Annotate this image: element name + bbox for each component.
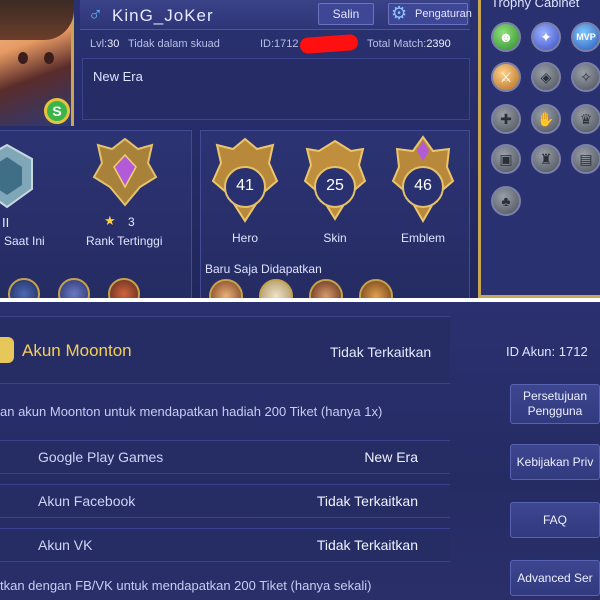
trophy-cabinet-title: Trophy Cabinet bbox=[491, 0, 580, 10]
rank-box: II Saat Ini ★ 3 Rank Tertinggi bbox=[0, 130, 192, 298]
level-frame-icon: S bbox=[44, 98, 70, 124]
vk-row[interactable]: Akun VK Tidak Terkaitkan bbox=[0, 528, 450, 562]
moonton-key-icon bbox=[0, 337, 14, 363]
recently-obtained-title: Baru Saja Didapatkan bbox=[205, 262, 322, 276]
recent-hero-icon[interactable] bbox=[359, 279, 393, 298]
recent-hero-icon[interactable] bbox=[259, 279, 293, 298]
google-play-label: Google Play Games bbox=[38, 449, 164, 465]
moonton-account-label: Akun Moonton bbox=[22, 341, 132, 360]
current-rank-emblem-icon[interactable] bbox=[0, 141, 42, 211]
moonton-bonus-text: an akun Moonton untuk mendapatkan hadiah… bbox=[0, 404, 383, 419]
bio-text: New Era bbox=[93, 69, 143, 84]
shield-trophy-icon[interactable]: ◈ bbox=[531, 62, 561, 92]
avatar-hair bbox=[0, 0, 74, 40]
gear-icon: ⚙ bbox=[391, 3, 408, 23]
highest-rank-label: Rank Tertinggi bbox=[86, 234, 163, 248]
emblem-label: Emblem bbox=[400, 231, 445, 245]
account-panel: Akun Moonton Tidak Terkaitkan an akun Mo… bbox=[0, 302, 600, 600]
player-name: KinG_JoKer bbox=[112, 6, 214, 25]
rune-trophy-icon[interactable]: ✧ bbox=[571, 62, 600, 92]
player-avatar[interactable]: S bbox=[0, 0, 74, 126]
collection-stats: 41 Hero 25 Skin 46 Emblem Baru Saja Dida… bbox=[200, 130, 470, 298]
bio-box[interactable]: New Era bbox=[82, 58, 470, 120]
hero-label: Hero bbox=[231, 231, 258, 245]
friends-trophy-icon[interactable]: ☻ bbox=[491, 22, 521, 52]
faq-button[interactable]: FAQ bbox=[510, 502, 600, 538]
skin-label: Skin bbox=[323, 231, 347, 245]
star-icon: ★ bbox=[104, 213, 116, 228]
facebook-status: Tidak Terkaitkan bbox=[316, 493, 418, 509]
tree-trophy-icon[interactable]: ♣ bbox=[491, 186, 521, 216]
privacy-policy-button[interactable]: Kebijakan Priv bbox=[510, 444, 600, 480]
highest-rank-stars: 3 bbox=[128, 215, 135, 229]
facebook-row[interactable]: Akun Facebook Tidak Terkaitkan bbox=[0, 484, 450, 518]
moonton-account-status: Tidak Terkaitkan bbox=[330, 344, 432, 360]
total-match: Total Match:2390 bbox=[367, 38, 451, 50]
highest-rank-emblem-icon[interactable] bbox=[90, 137, 160, 207]
cross-trophy-icon[interactable]: ✚ bbox=[491, 104, 521, 134]
copy-button[interactable]: Salin bbox=[318, 3, 374, 25]
facebook-label: Akun Facebook bbox=[38, 493, 136, 509]
cup-trophy-icon[interactable]: ♜ bbox=[531, 144, 561, 174]
current-rank-label: Saat Ini bbox=[4, 234, 45, 248]
account-id: ID Akun: 1712 bbox=[506, 344, 588, 359]
vk-label: Akun VK bbox=[38, 537, 93, 553]
chest-trophy-icon[interactable]: ▣ bbox=[491, 144, 521, 174]
vk-status: Tidak Terkaitkan bbox=[316, 537, 418, 553]
current-rank-numeral: II bbox=[2, 215, 10, 230]
total-match-value: 2390 bbox=[426, 38, 451, 50]
settings-button[interactable]: ⚙ Pengaturan bbox=[388, 3, 472, 25]
redaction-mark bbox=[299, 33, 359, 55]
hand-trophy-icon[interactable]: ✋ bbox=[531, 104, 561, 134]
level-value: 30 bbox=[107, 38, 120, 50]
fb-vk-bonus-text: tkan dengan FB/VK untuk mendapatkan 200 … bbox=[0, 578, 372, 593]
avatar-eye bbox=[18, 52, 28, 64]
profile-panel: S ♂ KinG_JoKer Salin ⚙ Pengaturan Lvl:30… bbox=[0, 0, 600, 298]
hero-count: 41 bbox=[236, 177, 254, 194]
book-trophy-icon[interactable]: ▤ bbox=[571, 144, 600, 174]
level-info: Lvl:30 bbox=[90, 38, 119, 50]
avatar-eye bbox=[44, 52, 54, 64]
user-agreement-button[interactable]: Persetujuan Pengguna bbox=[510, 384, 600, 424]
emblem-count: 46 bbox=[414, 177, 432, 194]
level-label: Lvl: bbox=[90, 38, 108, 50]
total-match-label: Total Match: bbox=[367, 38, 427, 50]
male-icon: ♂ bbox=[88, 4, 103, 26]
moonton-account-row[interactable]: Akun Moonton Tidak Terkaitkan bbox=[0, 316, 450, 384]
recent-hero-icon[interactable] bbox=[309, 279, 343, 298]
google-play-row[interactable]: Google Play Games New Era bbox=[0, 440, 450, 474]
skin-count: 25 bbox=[326, 177, 344, 194]
recent-hero-icon[interactable] bbox=[209, 279, 243, 298]
player-id: ID:1712 bbox=[260, 38, 299, 50]
google-play-status: New Era bbox=[364, 449, 418, 465]
settings-button-label: Pengaturan bbox=[415, 8, 472, 20]
trophy-cabinet: Trophy Cabinet ☻ ✦ MVP ⚔ ◈ ✧ ✚ ✋ ♛ ▣ ♜ ▤… bbox=[478, 0, 600, 298]
advanced-settings-button[interactable]: Advanced Ser bbox=[510, 560, 600, 596]
sword-trophy-icon[interactable]: ⚔ bbox=[491, 62, 521, 92]
wings-trophy-icon[interactable]: ✦ bbox=[531, 22, 561, 52]
squad-status: Tidak dalam skuad bbox=[128, 38, 220, 50]
mvp-trophy-icon[interactable]: MVP bbox=[571, 22, 600, 52]
crown-trophy-icon[interactable]: ♛ bbox=[571, 104, 600, 134]
